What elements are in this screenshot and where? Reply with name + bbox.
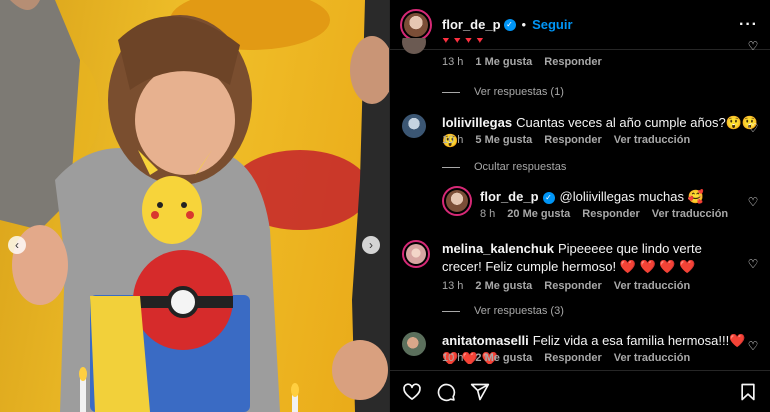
comment-time: 10 h bbox=[442, 134, 464, 146]
reply-button[interactable]: Responder bbox=[582, 208, 639, 220]
view-replies-label: Ver respuestas (1) bbox=[474, 86, 564, 98]
more-options-icon[interactable]: ··· bbox=[739, 16, 758, 34]
comment-meta: 13 h 1 Me gusta Responder bbox=[442, 56, 602, 68]
comment-content: Feliz vida a esa familia hermosa!!! bbox=[532, 333, 730, 348]
reply-button[interactable]: Responder bbox=[544, 280, 601, 292]
comment-time: 8 h bbox=[480, 208, 496, 220]
follow-button[interactable]: Seguir bbox=[532, 17, 572, 32]
verified-badge-icon: ✓ bbox=[503, 18, 516, 31]
commenter-avatar[interactable] bbox=[402, 38, 426, 54]
reply-button[interactable]: Responder bbox=[544, 134, 601, 146]
comment-time: 13 h bbox=[442, 280, 464, 292]
commenter-avatar[interactable] bbox=[402, 240, 430, 268]
comments-panel: flor_de_p ✓ • Seguir ··· ♥ ♥ ♥ ♥ 13 h 1 … bbox=[389, 0, 770, 412]
comment-meta: 8 h 20 Me gusta Responder Ver traducción bbox=[480, 208, 728, 220]
replies-divider bbox=[442, 166, 460, 168]
reply-button[interactable]: Responder bbox=[544, 352, 601, 364]
reply-item: flor_de_p ✓ @loliivillegas muchas 🥰 8 h 20… bbox=[442, 186, 759, 226]
view-replies-toggle[interactable]: Ver respuestas (1) bbox=[442, 86, 564, 98]
replies-divider bbox=[442, 310, 460, 312]
carousel-next-button[interactable]: › bbox=[362, 236, 380, 254]
share-icon[interactable] bbox=[470, 382, 490, 402]
like-comment-heart-icon[interactable]: ♡ bbox=[747, 258, 759, 270]
comment-text: flor_de_p ✓ @loliivillegas muchas 🥰 bbox=[480, 188, 704, 206]
comments-list[interactable]: ♥ ♥ ♥ ♥ 13 h 1 Me gusta Responder ♡ Ver … bbox=[390, 38, 770, 364]
like-comment-heart-icon[interactable]: ♡ bbox=[747, 40, 759, 52]
translate-button[interactable]: Ver traducción bbox=[614, 280, 690, 292]
commenter-username[interactable]: loliivillegas bbox=[442, 115, 512, 130]
comment-time: 13 h bbox=[442, 56, 464, 68]
comment-text: melina_kalenchuk Pipeeeee que lindo verte… bbox=[442, 240, 722, 276]
comment-emojis: ❤️ ❤️ ❤️ ❤️ bbox=[619, 259, 696, 274]
comment-meta: 10 h 2 Me gusta Responder Ver traducción bbox=[442, 352, 690, 364]
replies-divider bbox=[442, 91, 460, 93]
bookmark-icon[interactable] bbox=[738, 382, 758, 402]
comment-item: melina_kalenchuk Pipeeeee que lindo verte… bbox=[402, 240, 759, 296]
comment-content: Cuantas veces al año cumple años? bbox=[516, 115, 726, 130]
comment-likes[interactable]: 1 Me gusta bbox=[475, 56, 532, 68]
comment-likes[interactable]: 2 Me gusta bbox=[475, 280, 532, 292]
translate-button[interactable]: Ver traducción bbox=[614, 134, 690, 146]
like-comment-heart-icon[interactable]: ♡ bbox=[747, 196, 759, 208]
translate-button[interactable]: Ver traducción bbox=[614, 352, 690, 364]
header-separator: • bbox=[521, 17, 527, 32]
heart-icon[interactable] bbox=[402, 382, 422, 402]
commenter-avatar[interactable] bbox=[442, 186, 472, 216]
verified-badge-icon: ✓ bbox=[542, 191, 555, 204]
comment-likes[interactable]: 20 Me gusta bbox=[507, 208, 570, 220]
comment-meta: 10 h 5 Me gusta Responder Ver traducción bbox=[442, 134, 690, 146]
comment-meta: 13 h 2 Me gusta Responder Ver traducción bbox=[442, 280, 690, 292]
like-comment-heart-icon[interactable]: ♡ bbox=[747, 340, 759, 352]
comment-item: loliivillegas Cuantas veces al año cumple… bbox=[402, 114, 759, 154]
comment-content: @loliivillegas muchas bbox=[559, 189, 684, 204]
comment-emojis: 🥰 bbox=[687, 189, 704, 204]
view-replies-label: Ver respuestas (3) bbox=[474, 305, 564, 317]
commenter-avatar[interactable] bbox=[402, 332, 426, 356]
comment-item: anitatomaselli Feliz vida a esa familia h… bbox=[402, 332, 759, 364]
carousel-prev-button[interactable]: ‹ bbox=[8, 236, 26, 254]
comment-item: ♥ ♥ ♥ ♥ 13 h 1 Me gusta Responder ♡ bbox=[402, 38, 759, 78]
comment-likes[interactable]: 2 Me gusta bbox=[475, 352, 532, 364]
view-replies-toggle[interactable]: Ver respuestas (3) bbox=[442, 305, 564, 317]
commenter-username[interactable]: flor_de_p bbox=[480, 189, 539, 204]
comment-icon[interactable] bbox=[436, 382, 456, 402]
comment-time: 10 h bbox=[442, 352, 464, 364]
post-photo: ‹ › bbox=[0, 0, 389, 412]
author-avatar[interactable] bbox=[400, 8, 432, 41]
like-comment-heart-icon[interactable]: ♡ bbox=[747, 122, 759, 134]
author-username[interactable]: flor_de_p bbox=[442, 17, 501, 32]
commenter-username[interactable]: anitatomaselli bbox=[442, 333, 529, 348]
comment-text: ♥ ♥ ♥ ♥ bbox=[442, 38, 484, 46]
post-actions-bar bbox=[390, 370, 770, 412]
reply-button[interactable]: Responder bbox=[544, 56, 601, 68]
hide-replies-label: Ocultar respuestas bbox=[474, 161, 567, 173]
comment-likes[interactable]: 5 Me gusta bbox=[475, 134, 532, 146]
commenter-username[interactable]: melina_kalenchuk bbox=[442, 241, 554, 256]
photo-illustration bbox=[0, 0, 389, 412]
hide-replies-toggle[interactable]: Ocultar respuestas bbox=[442, 161, 566, 173]
commenter-avatar[interactable] bbox=[402, 114, 426, 138]
translate-button[interactable]: Ver traducción bbox=[652, 208, 728, 220]
